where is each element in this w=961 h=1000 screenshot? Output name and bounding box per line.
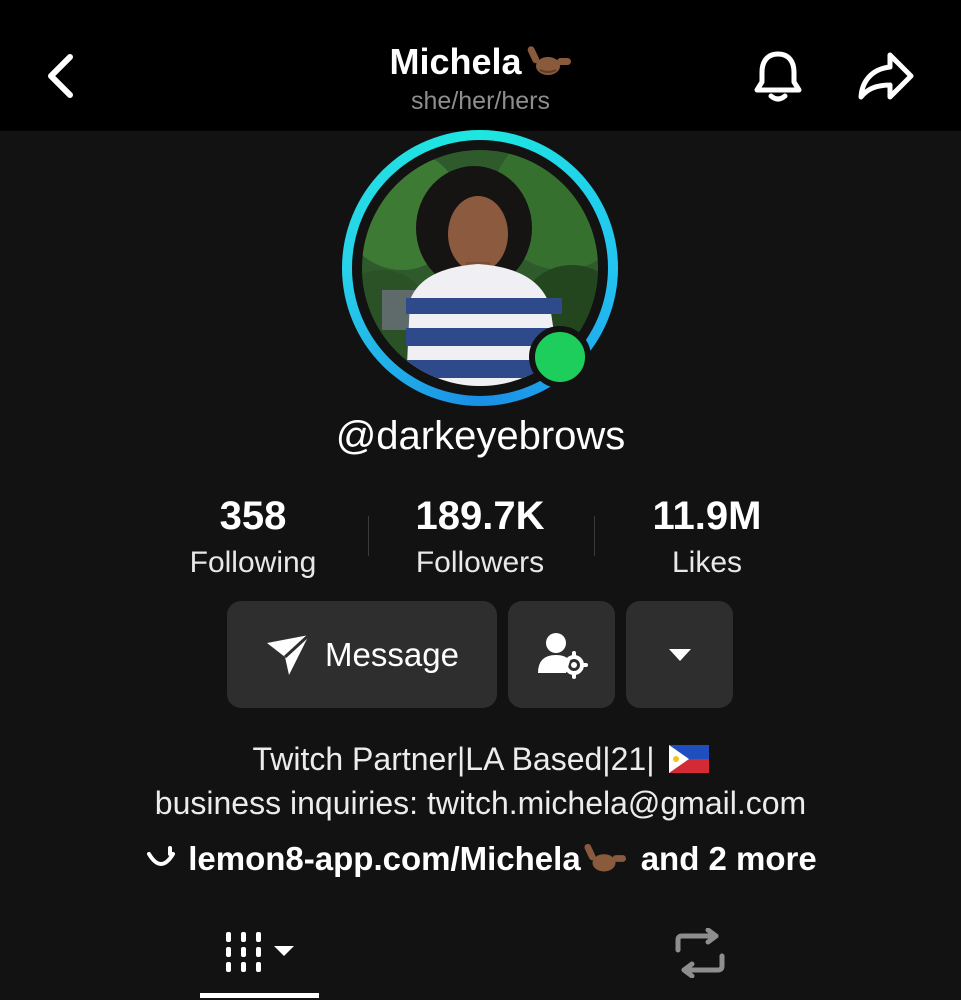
profile-screen: Michela she/her/hers @darkeyebrows 358 F… bbox=[0, 0, 961, 1000]
bio-line-2: business inquiries: twitch.michela@gmail… bbox=[154, 785, 807, 821]
tab-reposts[interactable] bbox=[640, 918, 759, 988]
lemon8-smile-icon bbox=[147, 846, 176, 866]
stat-divider bbox=[368, 516, 369, 556]
repost-icon bbox=[675, 928, 724, 978]
call-me-hand-icon bbox=[584, 843, 626, 872]
more-links[interactable]: and 2 more bbox=[641, 840, 817, 878]
following-count: 358 bbox=[219, 494, 287, 538]
profile-display-name: Michela bbox=[389, 41, 522, 82]
username: @darkeyebrows bbox=[335, 414, 626, 458]
bio-line-1: Twitch Partner|LA Based|21| bbox=[80, 737, 881, 781]
followers-count: 189.7K bbox=[415, 494, 545, 538]
share-arrow-icon bbox=[858, 52, 914, 100]
profile-link: lemon8-app.com/Michela and 2 more bbox=[110, 834, 851, 884]
online-status-dot bbox=[529, 326, 591, 388]
followers-label: Followers bbox=[415, 546, 545, 579]
send-icon bbox=[267, 633, 311, 675]
page-title: Michela bbox=[389, 38, 571, 86]
call-me-hand-icon bbox=[527, 46, 571, 75]
stat-divider bbox=[594, 516, 595, 556]
message-button-label: Message bbox=[325, 635, 459, 673]
user-settings-icon bbox=[537, 632, 588, 679]
back-button[interactable] bbox=[30, 46, 90, 106]
likes-count: 11.9M bbox=[652, 494, 762, 538]
stat-following[interactable]: 358 Following bbox=[143, 490, 363, 584]
tab-videos[interactable] bbox=[200, 918, 319, 988]
bell-icon bbox=[754, 51, 802, 102]
chevron-left-icon bbox=[48, 54, 73, 98]
title-block: Michela she/her/hers bbox=[280, 38, 681, 116]
notification-bell-button[interactable] bbox=[748, 46, 808, 106]
share-button[interactable] bbox=[856, 46, 916, 106]
external-link[interactable]: lemon8-app.com/Michela bbox=[188, 840, 580, 878]
friend-settings-button[interactable] bbox=[508, 601, 615, 708]
top-bar: Michela she/her/hers bbox=[0, 0, 961, 131]
bio-text: Twitch Partner|LA Based|21| bbox=[252, 741, 655, 777]
stat-followers[interactable]: 189.7K Followers bbox=[370, 490, 590, 584]
videos-grid-icon bbox=[225, 932, 294, 972]
following-label: Following bbox=[189, 546, 317, 579]
avatar[interactable] bbox=[342, 130, 618, 406]
likes-label: Likes bbox=[671, 546, 743, 579]
philippines-flag-icon bbox=[668, 745, 709, 773]
stat-likes[interactable]: 11.9M Likes bbox=[597, 490, 817, 584]
more-options-button[interactable] bbox=[626, 601, 733, 708]
caret-down-icon bbox=[668, 648, 691, 661]
profile-bio: Twitch Partner|LA Based|21| business inq… bbox=[80, 737, 881, 825]
message-button[interactable]: Message bbox=[227, 601, 497, 708]
pronouns: she/her/hers bbox=[411, 87, 550, 115]
active-tab-indicator bbox=[200, 993, 319, 998]
